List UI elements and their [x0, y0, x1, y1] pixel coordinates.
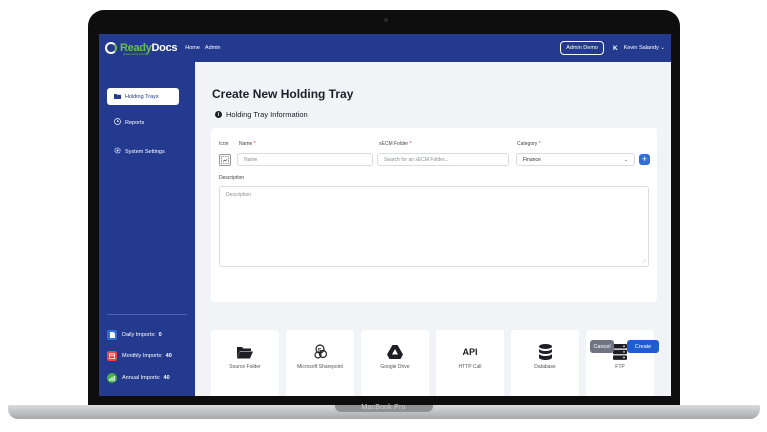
sidebar-item-reports[interactable]: Reports — [107, 114, 179, 131]
holding-tray-form: Icon Name * xECM Folder * Category * Nam… — [211, 128, 657, 302]
calendar-icon — [107, 351, 117, 361]
category-select[interactable]: Finance ⌄ — [516, 153, 635, 166]
create-button[interactable]: Create — [627, 340, 659, 353]
screen: ReadyDocs powered by iCenter Home Admin … — [99, 34, 671, 396]
cancel-button[interactable]: Cancel — [590, 340, 614, 353]
stat-daily-imports: Daily Imports: 0 — [107, 330, 162, 340]
source-option-google-drive[interactable]: Google Drive — [361, 330, 429, 396]
xecm-folder-label: xECM Folder * — [379, 141, 412, 147]
xecm-folder-search-input[interactable]: Search for an xECM Folder... — [377, 153, 509, 166]
add-category-button[interactable]: + — [639, 154, 650, 165]
svg-text:S: S — [318, 349, 322, 355]
logo-mark-icon — [105, 42, 117, 54]
resize-handle-icon[interactable]: ⟋ — [642, 259, 646, 265]
category-label: Category * — [517, 141, 541, 147]
description-textarea[interactable]: Description ⟋ — [219, 186, 649, 267]
chevron-down-icon: ⌄ — [623, 156, 628, 163]
admin-demo-button[interactable]: Admin Demo — [560, 41, 604, 55]
logo-docs-text: Docs — [151, 42, 178, 54]
folder-icon — [113, 93, 121, 101]
description-label: Description — [219, 175, 245, 181]
sidebar-item-label: Reports — [125, 119, 145, 126]
source-option-sharepoint[interactable]: S Microsoft Sharepoint — [286, 330, 354, 396]
document-icon — [107, 330, 117, 340]
icon-picker-button[interactable] — [219, 154, 231, 166]
sidebar: Holding Trays Reports System Settings Da… — [99, 62, 195, 396]
source-option-http-call[interactable]: API HTTP Call — [436, 330, 504, 396]
laptop-model-label: MacBook Pro — [361, 404, 406, 411]
info-icon: i — [215, 111, 222, 118]
icon-label: Icon — [219, 141, 229, 147]
name-label: Name * — [239, 141, 256, 147]
sidebar-item-label: Holding Trays — [125, 93, 159, 100]
user-menu[interactable]: Kevin Salandy ⌄ — [624, 45, 665, 51]
sidebar-item-label: System Settings — [125, 148, 165, 155]
source-option-folder[interactable]: Source Folder — [211, 330, 279, 396]
sidebar-divider — [107, 314, 187, 315]
gear-icon — [113, 147, 121, 156]
name-input[interactable]: Name — [237, 153, 373, 166]
image-placeholder-icon — [221, 156, 229, 164]
google-drive-icon — [387, 344, 403, 360]
database-icon — [538, 344, 552, 360]
logo-subtitle: powered by iCenter — [123, 52, 150, 56]
source-option-database[interactable]: Database — [511, 330, 579, 396]
api-icon: API — [462, 347, 478, 357]
nav-admin-link[interactable]: Admin — [205, 45, 221, 51]
top-navbar: ReadyDocs powered by iCenter Home Admin … — [99, 34, 671, 62]
section-title: i Holding Tray Information — [215, 110, 308, 119]
clock-icon — [113, 118, 121, 127]
stat-annual-imports: Annual Imports: 40 — [107, 373, 170, 383]
sidebar-item-system-settings[interactable]: System Settings — [107, 143, 179, 160]
stat-monthly-imports: Monthly Imports: 40 — [107, 351, 172, 361]
sidebar-item-holding-trays[interactable]: Holding Trays — [107, 88, 179, 105]
nav-home-link[interactable]: Home — [185, 45, 200, 51]
folder-open-icon — [237, 344, 253, 360]
user-initial: K — [612, 44, 618, 52]
chart-icon — [107, 373, 117, 383]
camera-icon — [384, 18, 388, 22]
page-title: Create New Holding Tray — [212, 87, 354, 101]
server-icon — [613, 344, 627, 360]
sharepoint-icon: S — [312, 344, 328, 360]
